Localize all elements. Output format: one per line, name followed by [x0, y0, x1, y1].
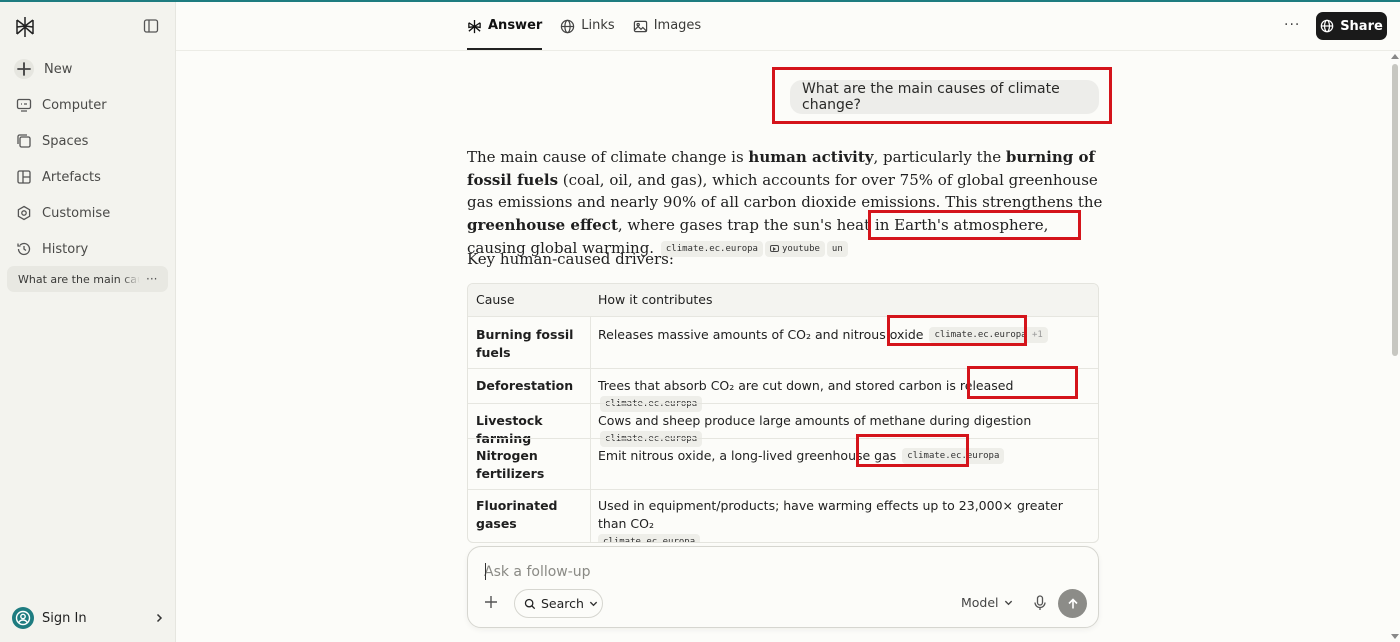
sidebar-item-new[interactable]: New: [10, 54, 168, 84]
arrow-up-icon: [1067, 597, 1078, 608]
citation-extra: +1: [1032, 330, 1043, 340]
spaces-icon: [17, 134, 31, 148]
contribution-cell: Used in equipment/products; have warming…: [598, 497, 1093, 542]
top-accent-line: [0, 0, 1400, 2]
sidebar-toggle-icon[interactable]: [143, 18, 159, 34]
follow-up-input[interactable]: [484, 561, 1044, 583]
avatar-icon: [12, 607, 34, 629]
answer-text: The main cause of climate change is: [467, 148, 749, 166]
sidebar-item-label: Customise: [42, 205, 111, 221]
sidebar-item-artefacts[interactable]: Artefacts: [10, 162, 168, 192]
contribution-text: Emit nitrous oxide, a long-lived greenho…: [598, 448, 897, 463]
highlight-box: [868, 210, 1081, 240]
sidebar-item-history[interactable]: History: [10, 234, 168, 264]
citation-chip-youtube[interactable]: youtube: [764, 240, 825, 257]
answer-text: (coal, oil, and gas), which accounts for…: [467, 170, 1103, 212]
search-icon: [524, 598, 536, 609]
citation-chip[interactable]: climate.ec.europa: [660, 240, 763, 257]
header-divider: [176, 50, 1400, 51]
sidebar-item-label: Computer: [42, 97, 107, 113]
sidebar: New Computer Spaces Artefacts Customise …: [0, 2, 176, 642]
scroll-down-arrow[interactable]: [1391, 634, 1399, 639]
highlight-box: [967, 366, 1078, 399]
contribution-text: Cows and sheep produce large amounts of …: [598, 413, 1032, 428]
history-thread-item[interactable]: What are the main causes ···: [7, 266, 168, 292]
history-icon: [17, 242, 31, 256]
answer-paragraph: The main cause of climate change is huma…: [467, 146, 1107, 260]
table-header-row: Cause How it contributes: [468, 284, 1098, 316]
globe-icon: [561, 19, 575, 34]
contribution-text: Trees that absorb CO₂ are cut down, and …: [598, 378, 1014, 393]
contribution-text: Used in equipment/products; have warming…: [598, 498, 1063, 531]
column-header: Cause: [476, 292, 515, 307]
table-row: Nitrogen fertilizers Emit nitrous oxide,…: [468, 438, 1098, 489]
history-thread-title: What are the main causes: [18, 272, 140, 286]
plus-icon: [14, 59, 34, 79]
sidebar-item-customise[interactable]: Customise: [10, 198, 168, 228]
send-button[interactable]: [1058, 589, 1087, 618]
chevron-down-icon: [1004, 600, 1012, 606]
answer-text: , particularly the: [873, 148, 1006, 166]
more-options-icon[interactable]: ···: [1284, 17, 1300, 33]
highlight-box: [772, 67, 1112, 124]
search-mode-label: Search: [541, 596, 584, 611]
model-label: Model: [961, 595, 999, 610]
tab-links[interactable]: Links: [560, 10, 615, 50]
artefacts-icon: [17, 170, 31, 184]
cause-cell: Nitrogen fertilizers: [476, 448, 545, 481]
cause-cell: Fluorinated gases: [476, 498, 558, 531]
sidebar-item-label: New: [44, 61, 73, 77]
sign-in-label: Sign In: [42, 610, 87, 626]
scroll-up-arrow[interactable]: [1391, 54, 1399, 59]
microphone-icon[interactable]: [1033, 595, 1047, 611]
logo-icon[interactable]: [14, 16, 36, 38]
scrollbar-thumb[interactable]: [1392, 64, 1398, 356]
cause-cell: Deforestation: [476, 378, 574, 393]
citation-label: youtube: [781, 243, 820, 254]
sidebar-item-label: Artefacts: [42, 169, 101, 185]
citation-chip[interactable]: climate.ec.europa: [598, 534, 701, 542]
tab-images[interactable]: Images: [633, 10, 702, 50]
highlight-box: [887, 315, 1027, 346]
highlight-box: [856, 434, 969, 467]
answer-bold: human activity: [748, 148, 874, 166]
youtube-icon: [769, 244, 779, 252]
sign-in-button[interactable]: Sign In: [12, 606, 164, 630]
sidebar-item-label: Spaces: [42, 133, 89, 149]
answer-bold: greenhouse effect: [467, 216, 618, 235]
citation-chip[interactable]: un: [826, 240, 848, 257]
table-row: Livestock farming Cows and sheep produce…: [468, 403, 1098, 447]
text-caret: [485, 563, 486, 580]
monitor-icon: [16, 98, 32, 112]
contribution-text: Releases massive amounts of CO₂ and nitr…: [598, 327, 924, 342]
section-heading: Key human-caused drivers:: [467, 250, 674, 268]
tab-label: Images: [653, 18, 702, 33]
globe-icon: [1320, 19, 1334, 33]
sidebar-item-label: History: [42, 241, 89, 257]
chevron-right-icon: [156, 613, 163, 623]
cause-cell: Burning fossil fuels: [476, 327, 574, 360]
share-label: Share: [1340, 18, 1383, 34]
column-header: How it contributes: [598, 292, 713, 307]
follow-up-composer: Search Model: [467, 546, 1099, 628]
result-tabs: Answer Links Images: [467, 10, 701, 50]
search-mode-dropdown[interactable]: Search: [514, 589, 603, 618]
answer-icon: [468, 19, 481, 34]
table-row: Fluorinated gases Used in equipment/prod…: [468, 489, 1098, 542]
tab-label: Links: [581, 18, 615, 33]
contribution-cell: Emit nitrous oxide, a long-lived greenho…: [598, 447, 1093, 465]
tab-label: Answer: [488, 18, 543, 33]
image-icon: [633, 20, 647, 33]
model-selector[interactable]: Model: [961, 595, 1013, 610]
thread-options-icon[interactable]: ···: [146, 272, 157, 286]
tab-answer[interactable]: Answer: [467, 10, 543, 50]
share-button[interactable]: Share: [1316, 12, 1387, 40]
scrollbar[interactable]: [1390, 52, 1400, 642]
attach-plus-icon[interactable]: [484, 594, 498, 614]
customise-icon: [17, 205, 31, 221]
sidebar-item-spaces[interactable]: Spaces: [10, 126, 168, 156]
sidebar-item-computer[interactable]: Computer: [10, 90, 168, 120]
chevron-down-icon: [589, 601, 598, 607]
